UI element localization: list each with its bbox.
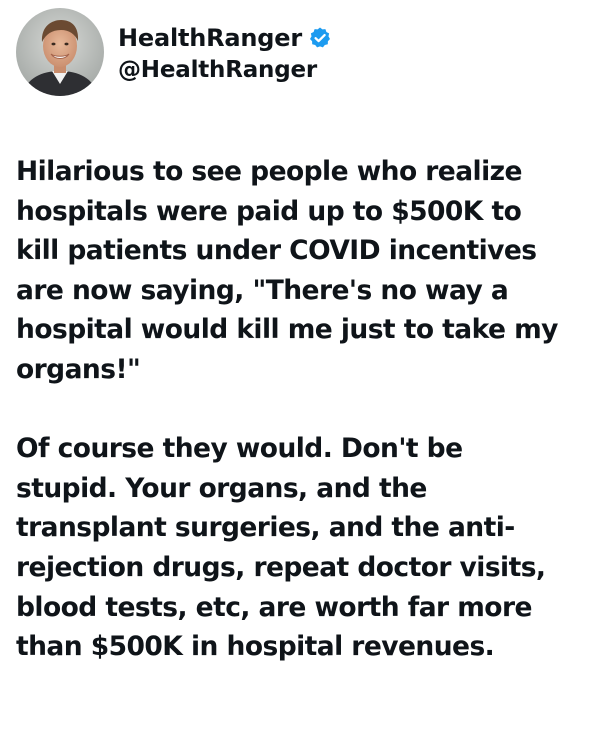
tweet-text: Hilarious to see people who realize hosp… (16, 152, 606, 667)
tweet-line: kill patients under COVID incentives (16, 235, 537, 267)
tweet-line: blood tests, etc, are worth far more (16, 591, 532, 623)
author-names: HealthRanger @HealthRanger (118, 21, 332, 83)
profile-photo-avatar-icon (16, 8, 104, 96)
tweet-line: hospitals were paid up to $500K to (16, 195, 522, 227)
tweet-line: are now saying, "There's no way a (16, 274, 509, 306)
tweet-author: HealthRanger @HealthRanger (16, 8, 332, 96)
tweet-line: Hilarious to see people who realize (16, 156, 522, 187)
display-name-row: HealthRanger (118, 21, 332, 55)
tweet-card: HealthRanger @HealthRanger Hilarious to … (0, 0, 615, 742)
tweet-line: transplant surgeries, and the anti- (16, 512, 515, 544)
tweet-paragraph-2: Of course they would. Don't be stupid. Y… (16, 429, 606, 667)
tweet-line: organs!" (16, 353, 141, 385)
tweet-line: rejection drugs, repeat doctor visits, (16, 551, 546, 583)
handle[interactable]: @HealthRanger (118, 57, 332, 83)
verified-badge-icon[interactable] (308, 26, 332, 50)
tweet-line: than $500K in hospital revenues. (16, 631, 495, 663)
avatar[interactable] (16, 8, 104, 96)
display-name[interactable]: HealthRanger (118, 24, 302, 52)
tweet-line: hospital would kill me just to take my (16, 314, 558, 346)
tweet-paragraph-1: Hilarious to see people who realize hosp… (16, 152, 606, 390)
tweet-line: stupid. Your organs, and the (16, 472, 427, 504)
tweet-line: Of course they would. Don't be (16, 433, 463, 465)
